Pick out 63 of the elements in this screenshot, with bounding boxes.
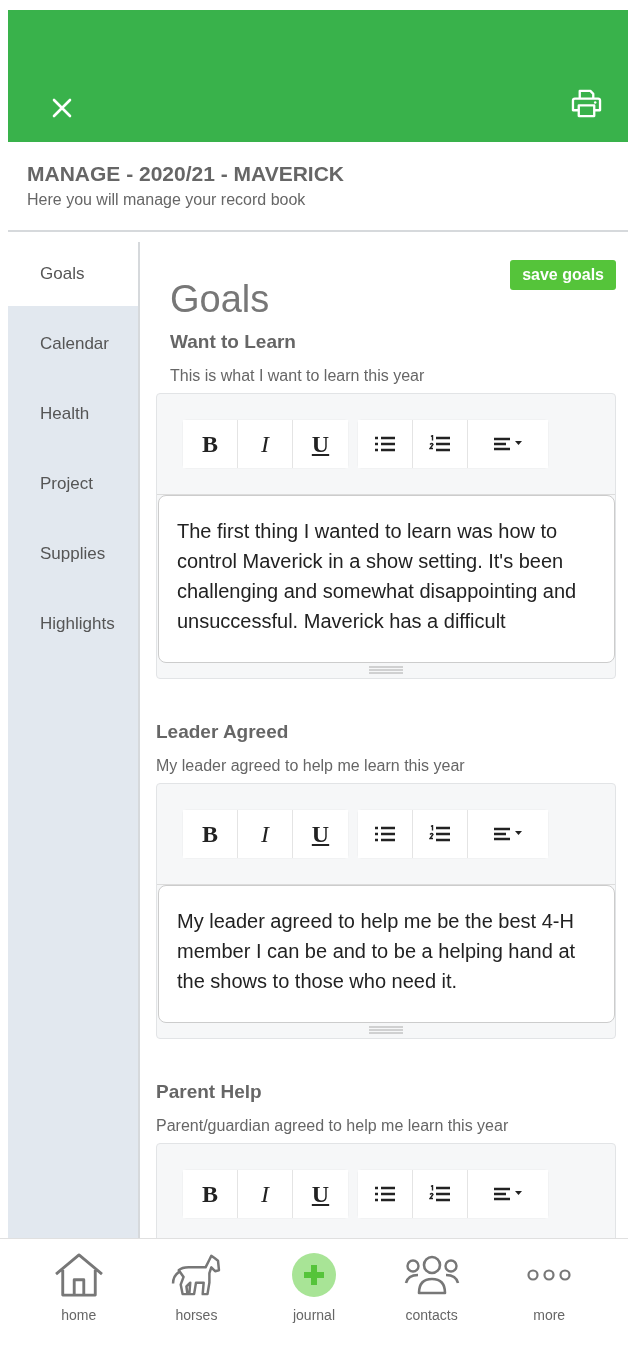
field-hint: This is what I want to learn this year — [170, 367, 426, 385]
bullet-list-icon — [374, 1186, 396, 1202]
sidebar-tab[interactable]: Calendar — [8, 312, 138, 376]
bullet-list-icon — [374, 826, 396, 842]
align-dropdown-button[interactable] — [468, 1170, 548, 1218]
align-dropdown-button[interactable] — [468, 810, 548, 858]
nav-item[interactable]: journal — [264, 1253, 364, 1366]
align-dropdown-button[interactable] — [468, 420, 548, 468]
underline-button[interactable]: U — [293, 420, 348, 468]
numbered-list-icon — [429, 435, 451, 453]
underline-button[interactable]: U — [293, 1170, 348, 1218]
nav-item[interactable]: more — [499, 1253, 600, 1366]
nav-label: more — [533, 1307, 566, 1323]
numbered-list-button[interactable] — [413, 1170, 468, 1218]
nav-item[interactable]: horses — [146, 1253, 247, 1366]
nav-label: journal — [292, 1307, 335, 1323]
home-icon — [53, 1253, 104, 1297]
horse-icon — [171, 1253, 222, 1297]
bullet-list-button[interactable] — [358, 810, 413, 858]
align-left-icon — [493, 437, 523, 451]
page-heading: MANAGE - 2020/21 - MAVERICK — [27, 162, 345, 186]
bold-button[interactable]: B — [183, 420, 238, 468]
section-title: Goals — [170, 278, 270, 321]
field-hint: Parent/guardian agreed to help me learn this year — [156, 1117, 510, 1135]
nav-label: contacts — [405, 1307, 458, 1323]
italic-button[interactable]: I — [238, 420, 293, 468]
text-area[interactable]: My leader agreed to help me be the best 4-H member I can be and to be a helping hand at the shows to those who need it. — [158, 885, 615, 1023]
nav-label: horses — [175, 1307, 218, 1323]
numbered-list-button[interactable] — [413, 420, 468, 468]
resize-grip-icon[interactable] — [369, 666, 403, 674]
text-area[interactable]: The first thing I wanted to learn was how to control Maverick in a show setting. It's been challenging and somewhat disappointing and unsuccessful. Maverick has a difficult — [158, 495, 615, 663]
bold-button[interactable]: B — [183, 810, 238, 858]
people-icon — [403, 1253, 460, 1297]
italic-button[interactable]: I — [238, 1170, 293, 1218]
bullet-list-icon — [374, 436, 396, 452]
numbered-list-icon — [429, 1185, 451, 1203]
sidebar-tab[interactable]: Highlights — [8, 592, 138, 656]
sidebar-tab[interactable]: Supplies — [8, 522, 138, 586]
numbered-list-button[interactable] — [413, 810, 468, 858]
field-heading: Want to Learn — [170, 331, 297, 353]
sidebar-tab[interactable]: Project — [8, 452, 138, 516]
align-left-icon — [493, 827, 523, 841]
bullet-list-button[interactable] — [358, 1170, 413, 1218]
resize-grip-icon[interactable] — [369, 1026, 403, 1034]
page-subtitle: Here you will manage your record book — [27, 191, 307, 209]
numbered-list-icon — [429, 825, 451, 843]
sidebar-tab[interactable]: Health — [8, 382, 138, 446]
nav-label: home — [61, 1307, 97, 1323]
more-icon — [527, 1269, 572, 1281]
field-heading: Leader Agreed — [156, 721, 290, 743]
sidebar-tab[interactable]: Goals — [8, 242, 138, 306]
field-heading: Parent Help — [156, 1081, 263, 1103]
italic-button[interactable]: I — [238, 810, 293, 858]
nav-item[interactable]: home — [28, 1253, 129, 1366]
underline-button[interactable]: U — [293, 810, 348, 858]
bullet-list-button[interactable] — [358, 420, 413, 468]
print-icon[interactable] — [571, 89, 602, 118]
field-hint: My leader agreed to help me learn this year — [156, 757, 466, 775]
bold-button[interactable]: B — [183, 1170, 238, 1218]
add-icon — [292, 1253, 336, 1297]
nav-item[interactable]: contacts — [381, 1253, 482, 1366]
align-left-icon — [493, 1187, 523, 1201]
close-icon[interactable] — [52, 98, 72, 118]
